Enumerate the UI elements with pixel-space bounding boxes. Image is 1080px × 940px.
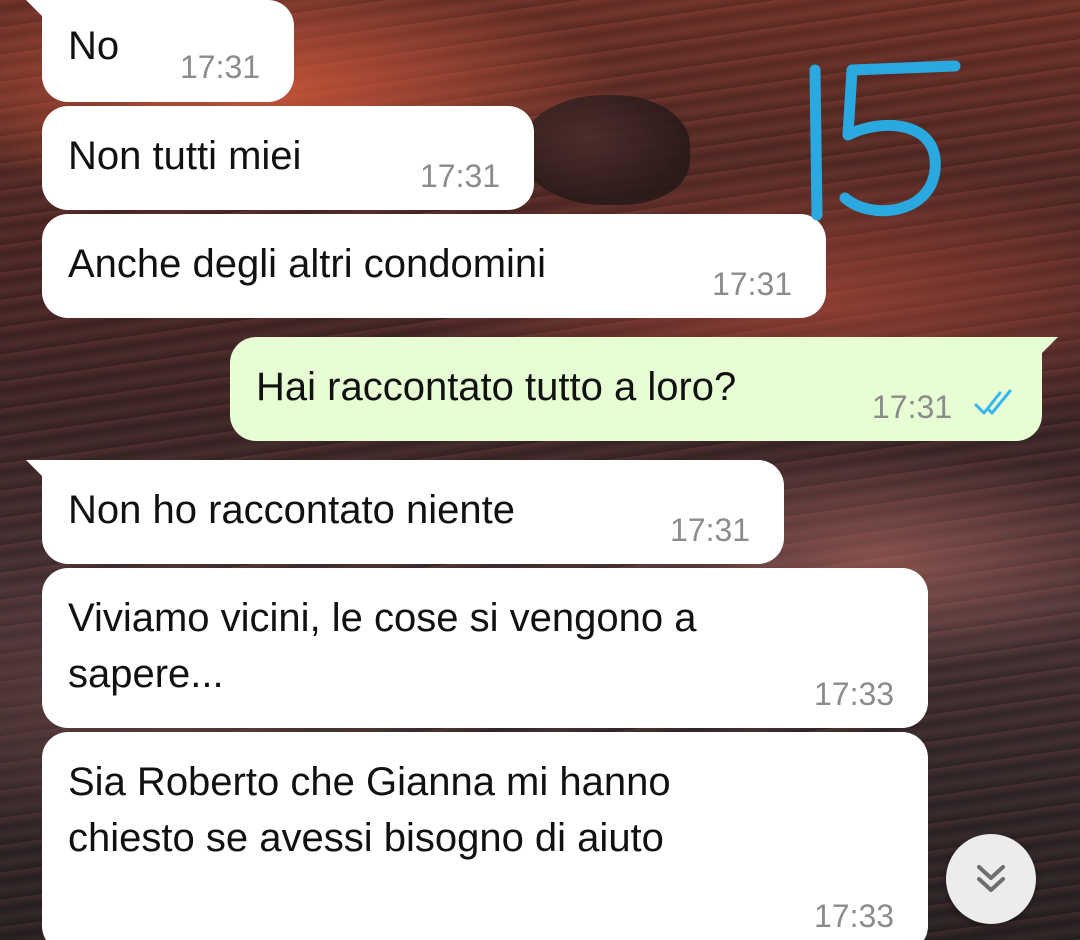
- message-bubble-incoming[interactable]: Sia Roberto che Gianna mi hanno chiesto …: [42, 732, 928, 940]
- bubble-tail: [26, 0, 48, 22]
- message-bubble-incoming[interactable]: Non tutti miei 17:31: [42, 106, 534, 210]
- message-bubble-incoming[interactable]: No 17:31: [26, 0, 294, 102]
- double-chevron-down-icon: [977, 865, 1005, 892]
- handwritten-annotation: 15: [809, 60, 961, 221]
- message-time: 17:31: [670, 512, 751, 548]
- message-time: 17:31: [180, 49, 261, 85]
- scroll-to-bottom-button[interactable]: [946, 834, 1036, 924]
- message-bubble-incoming[interactable]: Non ho raccontato niente 17:31: [26, 460, 784, 564]
- message-time: 17:33: [814, 898, 895, 934]
- message-time: 17:31: [420, 158, 501, 194]
- message-text: Anche degli altri condomini: [68, 242, 547, 286]
- background-rock: [520, 95, 690, 205]
- message-time: 17:31: [712, 266, 793, 302]
- message-time: 17:33: [814, 676, 895, 712]
- bubble-tail: [1036, 337, 1058, 359]
- bubble-tail: [26, 460, 48, 482]
- message-bubble-incoming[interactable]: Anche degli altri condomini 17:31: [42, 214, 826, 318]
- message-bubble-incoming[interactable]: Viviamo vicini, le cose si vengono a sap…: [42, 568, 928, 728]
- chat-screen: No 17:31 Non tutti miei 17:31 Anche degl…: [0, 0, 1080, 940]
- message-text: Non ho raccontato niente: [68, 488, 515, 532]
- message-bubble-outgoing[interactable]: Hai raccontato tutto a loro? 17:31: [230, 337, 1058, 441]
- double-check-icon: [974, 389, 1012, 415]
- message-text: Viviamo vicini, le cose si vengono a sap…: [68, 596, 697, 696]
- message-time: 17:31: [872, 389, 953, 425]
- message-text: Sia Roberto che Gianna mi hanno chiesto …: [68, 760, 671, 860]
